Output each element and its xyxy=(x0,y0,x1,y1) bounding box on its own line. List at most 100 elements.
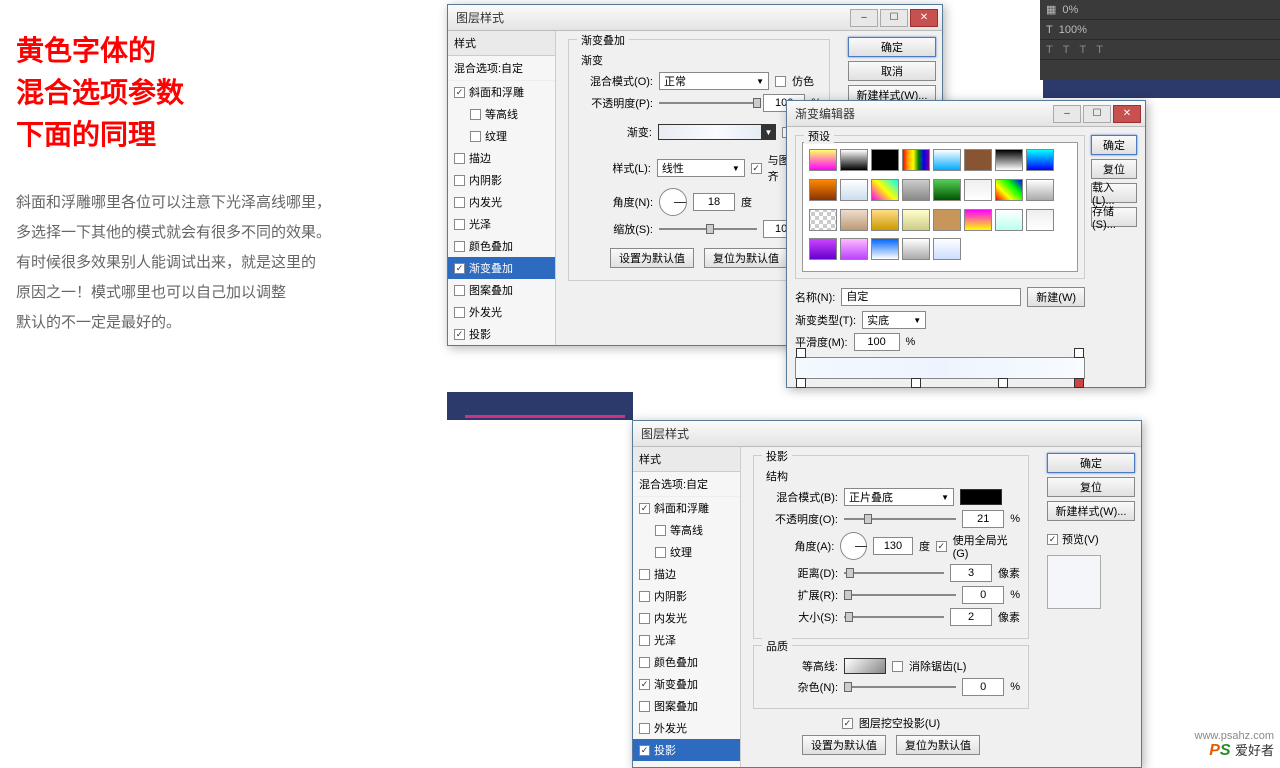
styles-header[interactable]: 样式 xyxy=(633,447,740,472)
style-checkbox[interactable] xyxy=(454,285,465,296)
style-item-图案叠加[interactable]: 图案叠加 xyxy=(633,695,740,717)
style-item-图案叠加[interactable]: 图案叠加 xyxy=(448,279,555,301)
color-stop[interactable] xyxy=(911,378,921,388)
style-checkbox[interactable]: ✓ xyxy=(454,329,465,340)
style-checkbox[interactable] xyxy=(454,307,465,318)
color-stop[interactable] xyxy=(998,378,1008,388)
set-default-button[interactable]: 设置为默认值 xyxy=(610,248,694,268)
style-checkbox[interactable] xyxy=(454,241,465,252)
titlebar[interactable]: 图层样式 xyxy=(633,421,1141,447)
color-stop[interactable] xyxy=(796,378,806,388)
gradient-swatch[interactable]: ▼ xyxy=(658,124,776,140)
gradient-preset[interactable] xyxy=(995,209,1023,231)
blending-options-row[interactable]: 混合选项:自定 xyxy=(633,472,740,497)
style-item-纹理[interactable]: 纹理 xyxy=(448,125,555,147)
scale-slider[interactable] xyxy=(659,228,757,230)
ok-button[interactable]: 确定 xyxy=(1047,453,1135,473)
gradient-preset[interactable] xyxy=(871,149,899,171)
style-item-外发光[interactable]: 外发光 xyxy=(633,717,740,739)
maximize-button[interactable]: ☐ xyxy=(880,9,908,27)
style-checkbox[interactable] xyxy=(655,525,666,536)
gradient-preset[interactable] xyxy=(964,179,992,201)
style-item-颜色叠加[interactable]: 颜色叠加 xyxy=(448,235,555,257)
distance-slider[interactable] xyxy=(844,572,944,574)
noise-value[interactable]: 0 xyxy=(962,678,1004,696)
style-checkbox[interactable] xyxy=(639,569,650,580)
gradient-type-dropdown[interactable]: 实底▼ xyxy=(862,311,926,329)
style-checkbox[interactable] xyxy=(470,131,481,142)
knockout-checkbox[interactable]: ✓ xyxy=(842,718,853,729)
gradient-preset[interactable] xyxy=(902,179,930,201)
type-icon[interactable]: T xyxy=(1096,44,1103,56)
style-item-渐变叠加[interactable]: ✓渐变叠加 xyxy=(448,257,555,279)
spread-slider[interactable] xyxy=(844,594,956,596)
style-item-外发光[interactable]: 外发光 xyxy=(448,301,555,323)
gradient-preset[interactable] xyxy=(933,149,961,171)
gradient-preset[interactable] xyxy=(840,238,868,260)
style-checkbox[interactable] xyxy=(639,613,650,624)
style-item-光泽[interactable]: 光泽 xyxy=(448,213,555,235)
style-checkbox[interactable] xyxy=(454,153,465,164)
style-item-内发光[interactable]: 内发光 xyxy=(633,607,740,629)
style-checkbox[interactable] xyxy=(639,657,650,668)
style-checkbox[interactable]: ✓ xyxy=(639,745,650,756)
type-icon[interactable]: T xyxy=(1063,44,1070,56)
gradient-preset[interactable] xyxy=(809,149,837,171)
style-checkbox[interactable] xyxy=(639,723,650,734)
style-checkbox[interactable] xyxy=(454,219,465,230)
distance-value[interactable]: 3 xyxy=(950,564,992,582)
gradient-preset[interactable] xyxy=(809,209,837,231)
opacity-slider[interactable] xyxy=(844,518,956,520)
gradient-preset[interactable] xyxy=(964,149,992,171)
name-input[interactable]: 自定 xyxy=(841,288,1021,306)
style-item-投影[interactable]: ✓投影 xyxy=(448,323,555,345)
style-checkbox[interactable] xyxy=(454,197,465,208)
gradient-preset[interactable] xyxy=(933,238,961,260)
angle-value[interactable]: 18 xyxy=(693,193,735,211)
color-stop[interactable] xyxy=(1074,378,1084,388)
spread-value[interactable]: 0 xyxy=(962,586,1004,604)
gradient-preset[interactable] xyxy=(995,179,1023,201)
set-default-button[interactable]: 设置为默认值 xyxy=(802,735,886,755)
load-button[interactable]: 载入(L)... xyxy=(1091,183,1137,203)
style-checkbox[interactable]: ✓ xyxy=(454,87,465,98)
blending-options-row[interactable]: 混合选项:自定 xyxy=(448,56,555,81)
type-icon[interactable]: T xyxy=(1046,44,1053,56)
style-item-渐变叠加[interactable]: ✓渐变叠加 xyxy=(633,673,740,695)
opacity-stop[interactable] xyxy=(1074,348,1084,358)
size-value[interactable]: 2 xyxy=(950,608,992,626)
gradient-preset[interactable] xyxy=(902,149,930,171)
size-slider[interactable] xyxy=(844,616,944,618)
noise-slider[interactable] xyxy=(844,686,956,688)
titlebar[interactable]: 图层样式 – ☐ ✕ xyxy=(448,5,942,31)
gradient-preset[interactable] xyxy=(1026,179,1054,201)
style-item-内阴影[interactable]: 内阴影 xyxy=(633,585,740,607)
style-dropdown[interactable]: 线性▼ xyxy=(657,159,745,177)
style-item-等高线[interactable]: 等高线 xyxy=(633,519,740,541)
dither-checkbox[interactable] xyxy=(775,76,786,87)
style-checkbox[interactable] xyxy=(454,175,465,186)
gradient-preset[interactable] xyxy=(840,179,868,201)
gradient-preset[interactable] xyxy=(1026,149,1054,171)
gradient-preset[interactable] xyxy=(871,209,899,231)
close-button[interactable]: ✕ xyxy=(910,9,938,27)
save-button[interactable]: 存储(S)... xyxy=(1091,207,1137,227)
styles-header[interactable]: 样式 xyxy=(448,31,555,56)
align-checkbox[interactable]: ✓ xyxy=(751,163,762,174)
minimize-button[interactable]: – xyxy=(1053,105,1081,123)
style-checkbox[interactable] xyxy=(655,547,666,558)
gradient-preset[interactable] xyxy=(902,209,930,231)
opacity-stop[interactable] xyxy=(796,348,806,358)
ok-button[interactable]: 确定 xyxy=(848,37,936,57)
ok-button[interactable]: 确定 xyxy=(1091,135,1137,155)
contour-thumbnail[interactable] xyxy=(844,658,886,674)
gradient-preset[interactable] xyxy=(902,238,930,260)
style-item-等高线[interactable]: 等高线 xyxy=(448,103,555,125)
new-button[interactable]: 新建(W) xyxy=(1027,287,1085,307)
gradient-preset[interactable] xyxy=(995,149,1023,171)
type-icon[interactable]: T xyxy=(1079,44,1086,56)
antialias-checkbox[interactable] xyxy=(892,661,903,672)
gradient-preset[interactable] xyxy=(871,179,899,201)
gradient-bar[interactable] xyxy=(795,357,1085,379)
gradient-preset[interactable] xyxy=(1026,209,1054,231)
